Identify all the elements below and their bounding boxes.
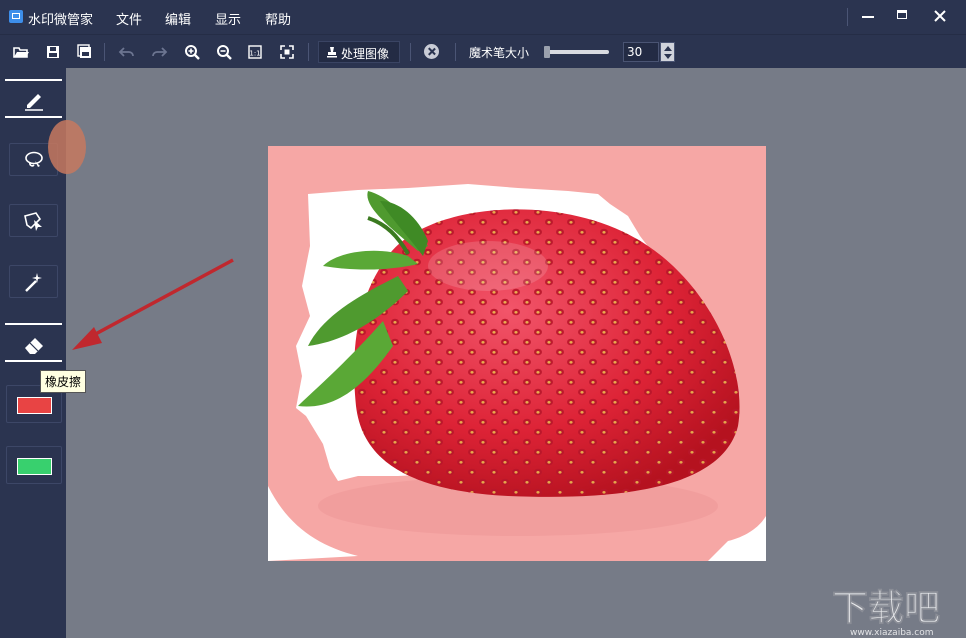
magic-wand-size-slider[interactable] [545,50,609,54]
strawberry-image [268,146,766,561]
process-image-button[interactable]: 处理图像 [318,41,400,63]
app-logo-icon [9,10,23,23]
svg-text:1:1: 1:1 [249,50,260,58]
redo-icon[interactable] [149,42,169,62]
eraser-tooltip: 橡皮擦 [40,370,87,393]
foreground-color-swatch [17,397,52,414]
zoom-in-icon[interactable] [182,42,202,62]
toolbar-divider [455,43,456,61]
polygon-select-tool-button[interactable] [9,204,58,237]
lasso-icon [25,151,43,167]
stamp-icon [327,47,337,58]
active-tool-marker [5,79,62,81]
orange-mark [48,120,86,174]
active-tool-marker [5,116,62,118]
fit-window-icon[interactable] [277,42,297,62]
maximize-button[interactable] [887,3,917,29]
polygon-select-icon [24,212,42,231]
eraser-icon [25,338,43,354]
process-image-label: 处理图像 [341,47,390,61]
size-spinner[interactable] [660,42,675,62]
undo-icon[interactable] [117,42,137,62]
menu-view[interactable]: 显示 [215,9,241,28]
app-title: 水印微管家 [28,13,94,28]
open-folder-icon[interactable] [11,42,31,62]
svg-text:下载吧: 下载吧 [832,588,940,629]
window-controls-divider [847,8,848,26]
toolbar: 1:1 处理图像 魔术笔大小 30 [0,34,966,68]
pencil-icon [25,94,43,111]
save-as-icon[interactable] [75,42,95,62]
toolbar-divider [104,43,105,61]
svg-text:www.xiazaiba.com: www.xiazaiba.com [850,628,934,638]
clear-selection-icon[interactable] [424,44,439,59]
image-canvas[interactable] [268,146,766,561]
magic-wand-tool-button[interactable] [9,265,58,298]
annotation-arrow [72,258,234,350]
save-icon[interactable] [43,42,63,62]
active-tool-marker [5,360,62,362]
close-icon [934,10,946,22]
menu-help[interactable]: 帮助 [265,9,291,28]
magic-wand-size-label: 魔术笔大小 [469,46,530,60]
menu-edit[interactable]: 编辑 [165,9,191,28]
magic-wand-icon [25,273,42,292]
spin-up-icon[interactable] [664,46,672,51]
zoom-out-icon[interactable] [214,42,234,62]
brush-tool-button[interactable] [9,83,58,116]
actual-size-icon[interactable]: 1:1 [245,42,265,62]
title-bar: 水印微管家 文件 编辑 显示 帮助 [0,0,966,34]
toolbar-divider [308,43,309,61]
toolbar-divider [410,43,411,61]
slider-thumb[interactable] [544,46,550,58]
eraser-tool-button[interactable] [9,328,58,361]
magic-wand-size-input[interactable]: 30 [623,42,659,62]
minimize-button[interactable] [853,3,883,29]
active-tool-marker [5,323,62,325]
menu-file[interactable]: 文件 [116,9,142,28]
spin-down-icon[interactable] [664,54,672,59]
background-color-button[interactable] [6,446,62,484]
close-button[interactable] [925,3,955,29]
watermark-logo: 下载吧 www.xiazaiba.com [832,588,941,638]
background-color-swatch [17,458,52,475]
